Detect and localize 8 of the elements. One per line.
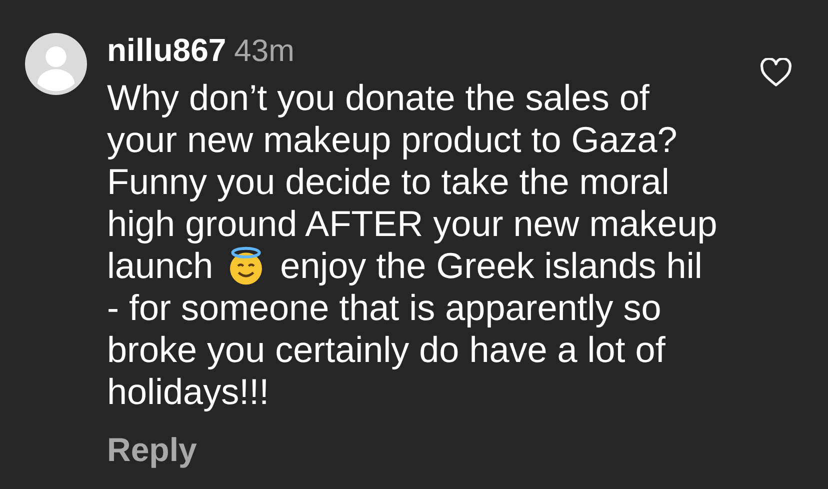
timestamp: 43m <box>234 32 294 70</box>
comment-text: launch <box>107 245 214 287</box>
comment-text: - for someone that is apparently so broke you certainly do have a lot of holidays!!! <box>107 287 666 413</box>
username[interactable]: nillu867 <box>107 30 226 70</box>
avatar-icon[interactable] <box>25 33 87 95</box>
reply-button[interactable]: Reply <box>107 430 197 470</box>
heart-icon[interactable] <box>760 58 792 88</box>
comment-text: enjoy the Greek islands hil <box>280 245 702 287</box>
